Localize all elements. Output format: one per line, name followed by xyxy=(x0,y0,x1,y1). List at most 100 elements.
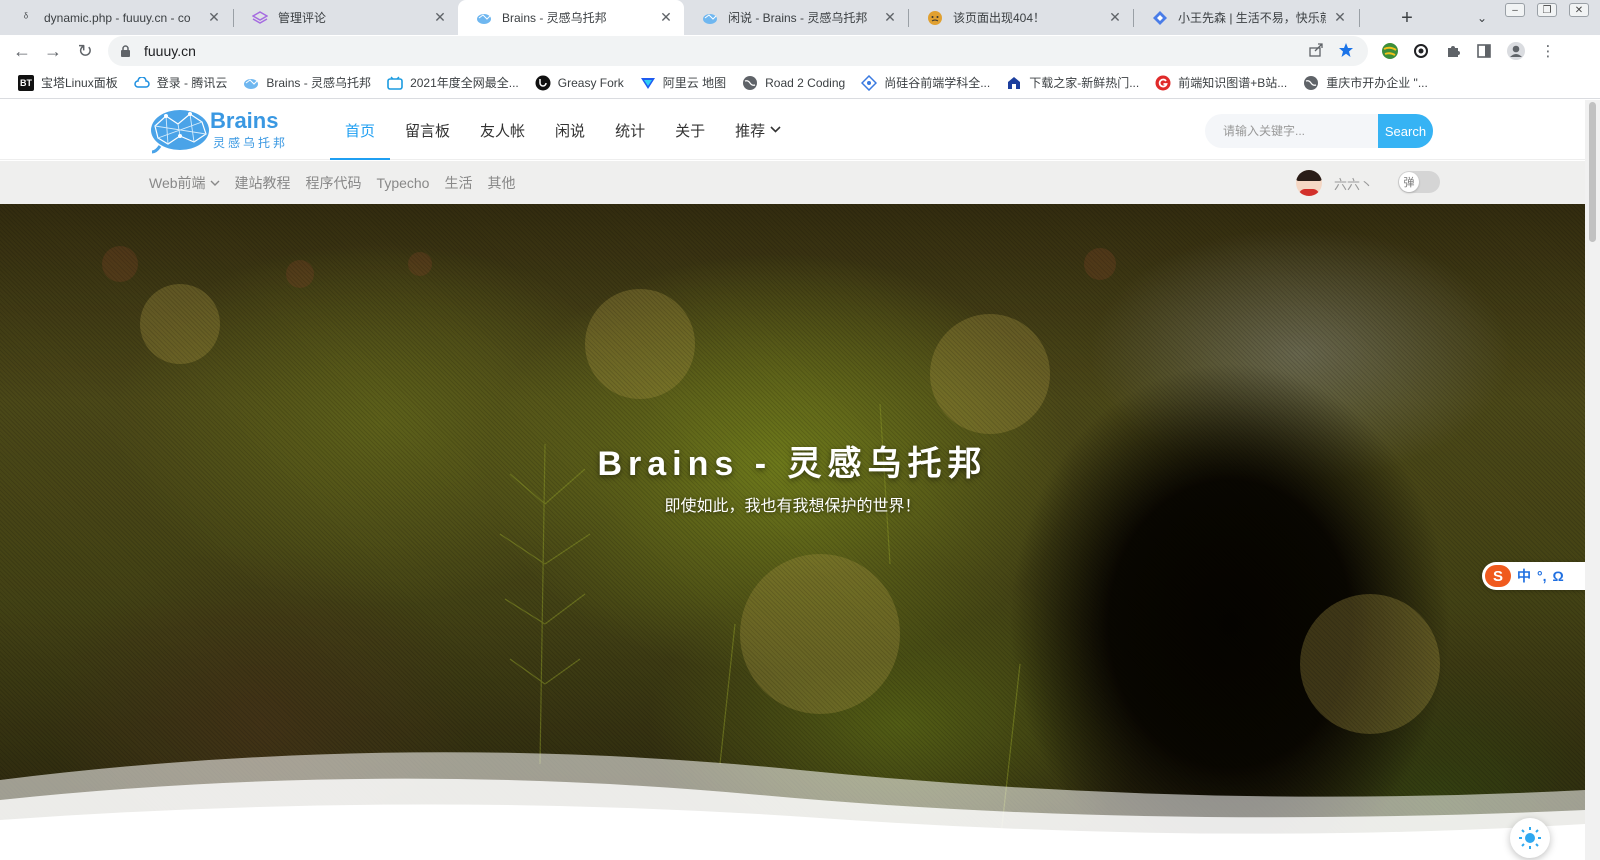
user-info[interactable]: 六六丶 xyxy=(1296,170,1373,196)
scrollbar-thumb[interactable] xyxy=(1589,102,1596,242)
tab-title: 小王先森 | 生活不易，快乐就好 xyxy=(1178,11,1326,25)
close-icon[interactable]: ✕ xyxy=(206,9,222,26)
subnav-item-other[interactable]: 其他 xyxy=(487,173,515,193)
extension-globe-icon[interactable] xyxy=(1379,40,1401,62)
bookmark-star-icon[interactable] xyxy=(1338,42,1354,61)
bookmark-item[interactable]: 阿里云 地图 xyxy=(632,71,734,95)
page-scrollbar[interactable] xyxy=(1585,100,1600,860)
nav-item-stats[interactable]: 统计 xyxy=(600,100,660,160)
theme-toggle-sun-icon[interactable] xyxy=(1510,818,1550,858)
side-panel-icon[interactable] xyxy=(1473,40,1495,62)
share-icon[interactable] xyxy=(1308,42,1324,61)
tab-2-active[interactable]: Brains - 灵感乌托邦 ✕ xyxy=(458,0,684,35)
tab-title: 该页面出现404！ xyxy=(953,11,1046,25)
tab-0[interactable]: ᵟ dynamic.php - fuuuy.cn - co ✕ xyxy=(0,0,232,35)
subnav-item-code[interactable]: 程序代码 xyxy=(306,173,362,193)
user-name: 六六丶 xyxy=(1334,176,1374,192)
lock-icon[interactable] xyxy=(120,44,134,58)
tab-4[interactable]: 该页面出现404！ ✕ xyxy=(909,0,1133,35)
bookmark-item[interactable]: 重庆市开办企业 "... xyxy=(1295,71,1436,95)
nav-item-home[interactable]: 首页 xyxy=(330,100,391,160)
tab-title: 管理评论 xyxy=(278,11,327,25)
bookmark-item[interactable]: BT 宝塔Linux面板 xyxy=(10,71,126,95)
subnav-item-web[interactable]: Web前端 xyxy=(149,173,220,193)
tab-3[interactable]: 闲说 - Brains - 灵感乌托邦 ✕ xyxy=(684,0,908,35)
sogou-ime-icon[interactable]: S xyxy=(1485,565,1511,587)
ime-mode-chinese[interactable]: 中 xyxy=(1517,566,1531,586)
logo-text: Brains xyxy=(210,108,278,133)
bookmark-item[interactable]: Road 2 Coding xyxy=(734,71,853,95)
bt-panel-icon: ᵟ xyxy=(23,11,29,24)
profile-avatar-icon[interactable] xyxy=(1505,40,1527,62)
hero-subtitle: 即使如此，我也有我想保护的世界！ xyxy=(664,498,921,515)
bookmark-item[interactable]: 2021年度全网最全... xyxy=(379,71,527,95)
diamond-icon xyxy=(1152,10,1168,26)
subnav-label: Web前端 xyxy=(149,174,206,191)
bilibili-icon xyxy=(387,75,403,91)
toggle-knob: 弹 xyxy=(1399,172,1419,192)
close-icon[interactable]: ✕ xyxy=(1107,9,1123,26)
tab-5[interactable]: 小王先森 | 生活不易，快乐就好 ✕ xyxy=(1134,0,1358,35)
close-icon[interactable]: ✕ xyxy=(1332,9,1348,26)
nav-label: 推荐 xyxy=(735,122,766,140)
ime-toolbar[interactable]: S 中 °, Ω xyxy=(1482,562,1585,590)
hero-title: Brains - 灵感乌托邦 xyxy=(597,445,988,483)
subnav-item-build[interactable]: 建站教程 xyxy=(235,173,291,193)
tab-search-icon[interactable]: ⌄ xyxy=(1470,6,1494,30)
bookmark-item[interactable]: 前端知识图谱+B站... xyxy=(1147,71,1295,95)
brains-icon xyxy=(702,10,718,26)
nav-item-talk[interactable]: 闲说 xyxy=(540,100,600,160)
subnav-label: 建站教程 xyxy=(234,174,291,191)
nav-label: 闲说 xyxy=(555,122,586,140)
category-subnav: Web前端 建站教程 程序代码 Typecho 生活 其他 六六丶 弹 xyxy=(0,161,1585,204)
bookmark-label: 下载之家-新鲜热门... xyxy=(1029,76,1140,90)
ime-symbols[interactable]: Ω xyxy=(1553,568,1564,584)
bookmark-label: Brains - 灵感乌托邦 xyxy=(266,76,372,90)
new-tab-button[interactable]: + xyxy=(1395,6,1419,30)
minimize-button[interactable]: – xyxy=(1500,0,1530,20)
hero-waves xyxy=(0,752,1585,860)
nav-label: 首页 xyxy=(345,122,376,140)
subnav-item-life[interactable]: 生活 xyxy=(444,173,472,193)
brains-icon xyxy=(243,75,259,91)
bookmark-item[interactable]: 尚硅谷前端学科全... xyxy=(853,71,998,95)
bookmark-label: 前端知识图谱+B站... xyxy=(1178,76,1288,90)
ime-punctuation[interactable]: °, xyxy=(1537,568,1547,584)
restore-button[interactable]: ❐ xyxy=(1532,0,1562,20)
back-arrow-icon[interactable]: ← xyxy=(10,39,34,63)
search-button[interactable]: Search xyxy=(1378,114,1433,148)
nav-item-friends[interactable]: 友人帐 xyxy=(465,100,540,160)
close-icon[interactable]: ✕ xyxy=(882,9,898,26)
bookmark-item[interactable]: 下载之家-新鲜热门... xyxy=(998,71,1147,95)
tab-title: 闲说 - Brains - 灵感乌托邦 xyxy=(728,11,868,25)
menu-kebab-icon[interactable]: ⋮ xyxy=(1537,40,1559,62)
address-bar[interactable]: fuuuy.cn xyxy=(108,36,1368,66)
subnav-label: 其他 xyxy=(487,174,516,191)
bookmark-label: 阿里云 地图 xyxy=(662,76,727,90)
tab-1[interactable]: 管理评论 ✕ xyxy=(234,0,458,35)
search-input[interactable] xyxy=(1205,114,1378,148)
bookmark-item[interactable]: Greasy Fork xyxy=(527,71,632,95)
forward-arrow-icon[interactable]: → xyxy=(41,39,65,63)
barrage-toggle[interactable]: 弹 xyxy=(1398,171,1440,193)
nav-label: 关于 xyxy=(675,122,706,140)
close-window-button[interactable]: ✕ xyxy=(1564,0,1594,20)
bookmark-item[interactable]: 登录 - 腾讯云 xyxy=(126,71,236,95)
close-icon[interactable]: ✕ xyxy=(432,9,448,26)
nav-item-about[interactable]: 关于 xyxy=(660,100,720,160)
bookmark-label: Greasy Fork xyxy=(557,75,624,90)
extension-loop-icon[interactable] xyxy=(1410,40,1432,62)
close-icon[interactable]: ✕ xyxy=(658,9,674,26)
subnav-item-typecho[interactable]: Typecho xyxy=(377,175,430,191)
site-logo[interactable]: Brains 灵感乌托邦 xyxy=(150,106,300,154)
extensions-puzzle-icon[interactable] xyxy=(1442,40,1464,62)
hero-banner: Brains - 灵感乌托邦 即使如此，我也有我想保护的世界！ xyxy=(0,204,1585,860)
nav-item-guestbook[interactable]: 留言板 xyxy=(390,100,465,160)
bookmark-item[interactable]: Brains - 灵感乌托邦 xyxy=(235,71,379,95)
tab-title: Brains - 灵感乌托邦 xyxy=(502,11,607,25)
avatar[interactable] xyxy=(1296,170,1322,196)
atguigu-icon xyxy=(861,74,878,91)
nav-label: 统计 xyxy=(615,122,646,140)
nav-item-recommend[interactable]: 推荐 xyxy=(720,100,796,160)
reload-icon[interactable]: ↻ xyxy=(73,39,97,63)
